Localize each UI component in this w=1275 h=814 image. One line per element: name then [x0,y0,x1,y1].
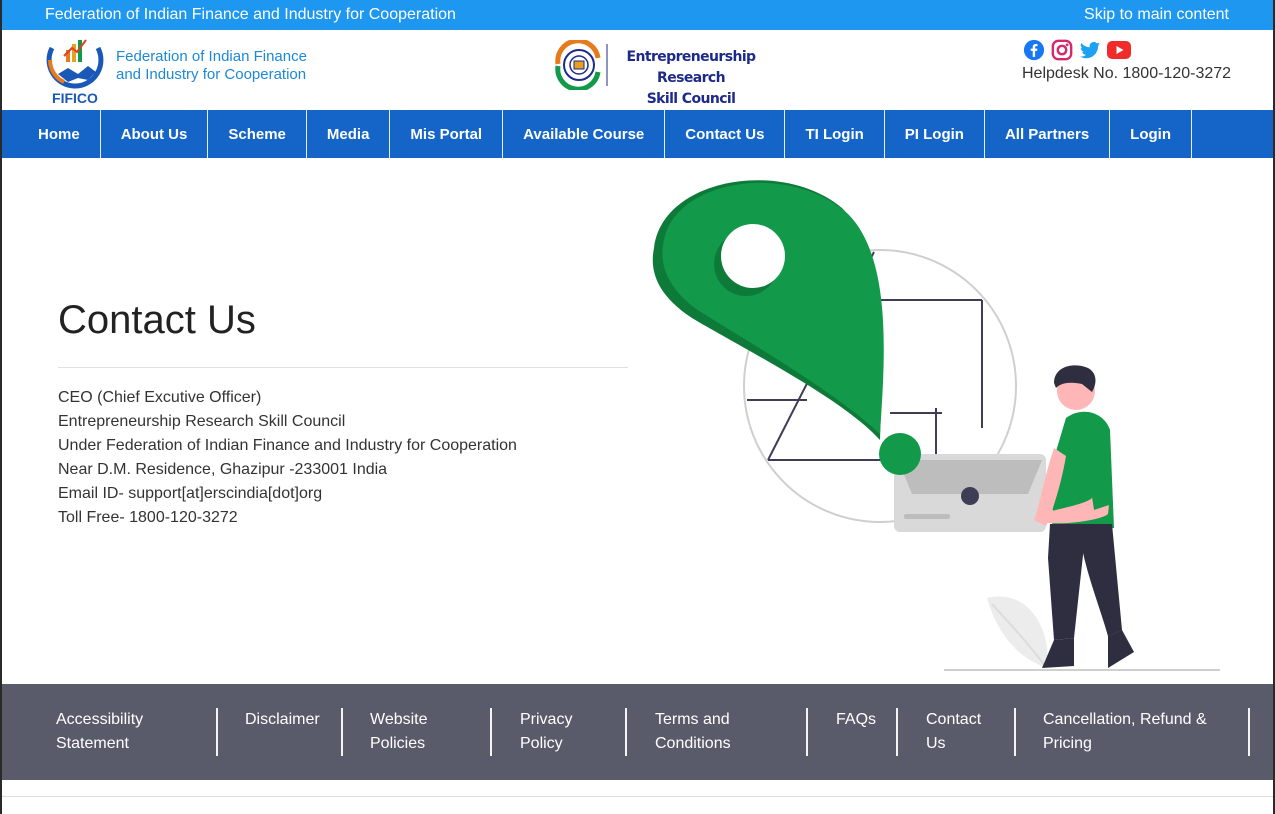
footer-link-terms-line2: Conditions [655,735,731,752]
nav-item-about-us[interactable]: About Us [101,110,209,158]
site-header: FIFICO Federation of Indian Finance and … [2,30,1273,110]
youtube-icon[interactable] [1106,39,1131,61]
instagram-icon[interactable] [1050,39,1074,61]
ersc-title-line1: Entrepreneurship Research [626,49,757,86]
ersc-title: Entrepreneurship Research Skill Council [610,47,772,110]
footer-link-accessibility[interactable]: Accessibility Statement [56,708,206,756]
nav-item-available-course[interactable]: Available Course [503,110,666,158]
page-title: Contact Us [58,298,256,342]
nav-item-pi-login[interactable]: PI Login [885,110,985,158]
footer-link-faqs[interactable]: FAQs [836,708,891,756]
footer-divider [896,708,898,756]
footer-divider [341,708,343,756]
topbar-org-name: Federation of Indian Finance and Industr… [45,6,456,23]
fifico-logo-text: FIFICO [52,90,98,106]
address-line-designation: CEO (Chief Excutive Officer) [58,389,262,406]
ersc-title-line2: Skill Council [646,91,736,107]
footer-link-website-policies[interactable]: Website Policies [370,708,480,756]
footer-link-faqs-line1: FAQs [836,711,877,728]
main-content: Contact Us CEO (Chief Excutive Officer) … [2,158,1273,684]
footer-divider [625,708,627,756]
social-links [1022,39,1131,61]
contact-address: CEO (Chief Excutive Officer) Entrepreneu… [58,386,517,530]
footer-divider [806,708,808,756]
footer-link-disclaimer[interactable]: Disclaimer [245,708,335,756]
footer-link-accessibility-line2: Statement [56,735,129,752]
twitter-icon[interactable] [1078,39,1102,61]
footer-link-cancellation[interactable]: Cancellation, Refund & Pricing [1043,708,1243,756]
address-line-council: Entrepreneurship Research Skill Council [58,413,346,430]
helpdesk-number: Helpdesk No. 1800-120-3272 [1022,65,1232,82]
footer-divider [1248,708,1250,756]
org-name-line1: Federation of Indian Finance [116,48,307,65]
main-navigation: Home About Us Scheme Media Mis Portal Av… [2,110,1273,158]
footer-links: Accessibility Statement Disclaimer Websi… [2,708,1273,756]
footer-link-terms[interactable]: Terms and Conditions [655,708,795,756]
footer-link-website-policies-line1: Website [370,711,428,728]
top-bar: Federation of Indian Finance and Industr… [2,0,1273,30]
address-line-email: Email ID- support[at]erscindia[dot]org [58,485,323,502]
contact-illustration [642,168,1232,674]
footer-link-cancellation-line1: Cancellation, Refund & [1043,711,1207,728]
footer-divider [216,708,218,756]
footer-link-cancellation-line2: Pricing [1043,735,1092,752]
nav-item-scheme[interactable]: Scheme [208,110,307,158]
fifico-logo[interactable]: FIFICO [44,30,106,110]
org-name-line2: and Industry for Cooperation [116,66,307,83]
address-line-toll-free: Toll Free- 1800-120-3272 [58,509,238,526]
title-divider [58,367,628,368]
footer-link-contact-us-line2: Us [926,735,946,752]
skip-to-main-link[interactable]: Skip to main content [1084,6,1229,24]
ersc-emblem[interactable] [552,38,612,92]
address-line-location: Near D.M. Residence, Ghazipur -233001 In… [58,461,388,478]
nav-item-ti-login[interactable]: TI Login [785,110,885,158]
nav-item-contact-us[interactable]: Contact Us [665,110,786,158]
nav-item-mis-portal[interactable]: Mis Portal [390,110,504,158]
nav-item-login[interactable]: Login [1110,110,1192,158]
footer-link-accessibility-line1: Accessibility [56,711,144,728]
footer-link-website-policies-line2: Policies [370,735,426,752]
address-line-federation: Under Federation of Indian Finance and I… [58,437,517,454]
footer-divider [1014,708,1016,756]
facebook-icon[interactable] [1022,39,1046,61]
footer-divider [490,708,492,756]
nav-item-all-partners[interactable]: All Partners [985,110,1111,158]
footer-link-privacy-policy-line2: Policy [520,735,563,752]
nav-item-home[interactable]: Home [18,110,101,158]
footer-link-contact-us-line1: Contact [926,711,982,728]
bottom-divider [2,796,1273,797]
footer-link-privacy-policy[interactable]: Privacy Policy [520,708,615,756]
footer-link-contact-us[interactable]: Contact Us [926,708,1006,756]
page-frame: Federation of Indian Finance and Industr… [0,0,1275,814]
footer-link-terms-line1: Terms and [655,711,730,728]
org-name: Federation of Indian Finance and Industr… [116,48,336,84]
site-footer: Accessibility Statement Disclaimer Websi… [2,684,1273,780]
footer-link-disclaimer-line1: Disclaimer [245,711,320,728]
footer-link-privacy-policy-line1: Privacy [520,711,573,728]
nav-item-media[interactable]: Media [307,110,391,158]
